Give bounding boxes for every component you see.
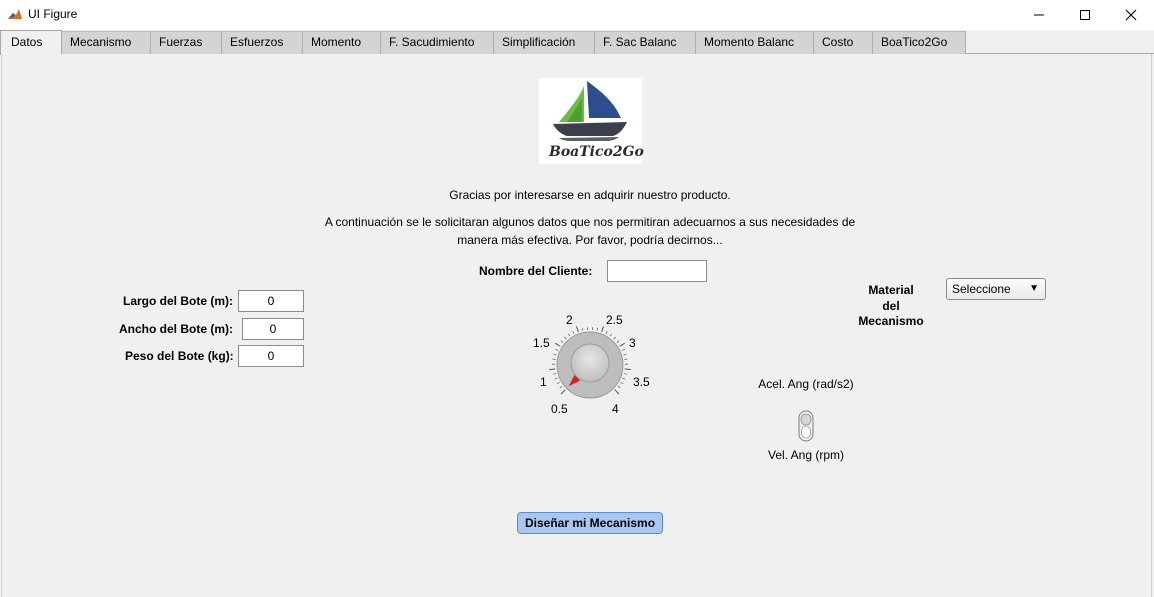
largo-label: Largo del Bote (m):	[123, 294, 233, 308]
peso-label: Peso del Bote (kg):	[125, 349, 234, 363]
peso-field[interactable]: 0	[238, 345, 304, 367]
knob-major-tick	[575, 326, 579, 333]
tab-f-sacudimiento[interactable]: F. Sacudimiento	[381, 31, 494, 54]
knob-minor-tick	[620, 381, 624, 385]
tab-label: Datos	[11, 35, 43, 49]
knob-minor-tick	[554, 377, 558, 380]
tab-label: F. Sac Balanc	[603, 35, 677, 49]
knob-minor-tick	[556, 381, 560, 385]
window-title: UI Figure	[28, 7, 78, 21]
knob-minor-tick	[613, 336, 616, 340]
knob-minor-tick	[623, 353, 627, 356]
knob-minor-tick	[623, 373, 627, 375]
intro-line-3: manera más efectiva. Por favor, podría d…	[457, 233, 723, 247]
close-icon	[1125, 9, 1137, 21]
tab-label: Costo	[822, 35, 854, 49]
tab-fuerzas[interactable]: Fuerzas	[151, 31, 222, 54]
knob-major-tick	[624, 368, 631, 371]
knob-major-tick	[555, 342, 561, 347]
knob-major-tick	[614, 389, 620, 395]
tab-momento[interactable]: Momento	[303, 31, 381, 54]
tab-label: F. Sacudimiento	[389, 35, 475, 49]
knob-minor-tick	[555, 348, 559, 351]
tab-strip	[966, 31, 1154, 54]
knob-minor-tick	[564, 336, 567, 340]
knob-minor-tick	[582, 327, 584, 331]
knob-dial[interactable]	[525, 308, 655, 418]
material-dropdown[interactable]: Seleccione ▼	[946, 278, 1046, 300]
largo-field[interactable]: 0	[238, 290, 304, 312]
rocker-switch[interactable]	[797, 410, 815, 442]
tab-label: Fuerzas	[159, 35, 203, 49]
knob-tick-label: 1	[540, 375, 547, 389]
ancho-label: Ancho del Bote (m):	[119, 322, 233, 336]
knob-tick-label: 4	[612, 402, 619, 416]
minimize-button[interactable]	[1016, 0, 1062, 30]
knob-minor-tick	[559, 385, 563, 389]
knob-minor-tick	[560, 340, 564, 343]
toggle-switch-icon	[798, 410, 814, 442]
knob-minor-tick	[616, 340, 620, 343]
matlab-icon	[7, 7, 23, 23]
close-button[interactable]	[1108, 0, 1154, 30]
knob-minor-tick	[553, 373, 557, 375]
knob-tick-label: 2	[566, 313, 573, 327]
client-name-field[interactable]	[607, 260, 707, 282]
tab-label: Simplificación	[502, 35, 576, 49]
client-name-label: Nombre del Cliente:	[479, 264, 593, 278]
knob-cap[interactable]	[570, 343, 610, 383]
tab-label: Momento Balanc	[704, 35, 795, 49]
tab-label: Esfuerzos	[230, 35, 284, 49]
chevron-down-icon: ▼	[1029, 283, 1039, 294]
material-label-line-3: Mecanismo	[858, 314, 924, 328]
tab-label: BoaTico2Go	[881, 35, 948, 49]
switch-bottom-label: Vel. Ang (rpm)	[767, 448, 845, 462]
tab-momento-balanc[interactable]: Momento Balanc	[696, 31, 814, 54]
knob-minor-tick	[596, 327, 598, 331]
minimize-icon	[1034, 14, 1044, 16]
maximize-icon	[1080, 10, 1090, 20]
knob-control[interactable]: 0.5 1 1.5 2 2.5 3 3.5 4	[525, 308, 655, 418]
knob-tick-label: 2.5	[606, 313, 623, 327]
knob-minor-tick	[617, 385, 621, 389]
tab-label: Mecanismo	[70, 35, 132, 49]
tab-simplificacion[interactable]: Simplificación	[494, 31, 595, 54]
knob-tick-label: 0.5	[551, 402, 568, 416]
tab-label: Momento	[311, 35, 362, 49]
ancho-field[interactable]: 0	[242, 318, 304, 340]
design-mechanism-button[interactable]: Diseñar mi Mecanismo	[517, 512, 663, 534]
knob-major-tick	[601, 326, 605, 333]
knob-minor-tick	[622, 377, 626, 380]
tab-datos[interactable]: Datos	[0, 30, 62, 55]
knob-minor-tick	[553, 353, 557, 356]
knob-tick-label: 1.5	[533, 336, 550, 350]
tab-mecanismo[interactable]: Mecanismo	[62, 31, 151, 54]
knob-tick-label: 3.5	[633, 375, 650, 389]
knob-major-tick	[560, 389, 566, 395]
tab-f-sac-balanc[interactable]: F. Sac Balanc	[595, 31, 696, 54]
knob-tick-label: 3	[629, 336, 636, 350]
knob-major-tick	[549, 368, 556, 371]
knob-minor-tick	[621, 348, 625, 351]
knob-minor-tick	[605, 330, 608, 334]
tab-esfuerzos[interactable]: Esfuerzos	[222, 31, 303, 54]
boatico2go-logo: BoaTico2Go	[539, 78, 644, 164]
tab-costo[interactable]: Costo	[814, 31, 873, 54]
knob-major-tick	[619, 342, 625, 347]
intro-line-1: Gracias por interesarse en adquirir nues…	[449, 188, 731, 202]
title-bar: UI Figure	[0, 0, 1154, 30]
knob-minor-tick	[609, 333, 612, 337]
maximize-button[interactable]	[1062, 0, 1108, 30]
knob-minor-tick	[572, 330, 575, 334]
knob-minor-tick	[568, 333, 571, 337]
material-label-line-1: Material	[868, 283, 914, 297]
logo-text: BoaTico2Go	[549, 144, 644, 160]
tab-boatico2go[interactable]: BoaTico2Go	[873, 31, 966, 54]
switch-top-label: Acel. Ang (rad/s2)	[758, 377, 854, 391]
material-selected: Seleccione	[952, 282, 1011, 296]
intro-line-2: A continuación se le solicitaran algunos…	[324, 215, 856, 229]
material-label-line-2: del	[882, 299, 900, 313]
